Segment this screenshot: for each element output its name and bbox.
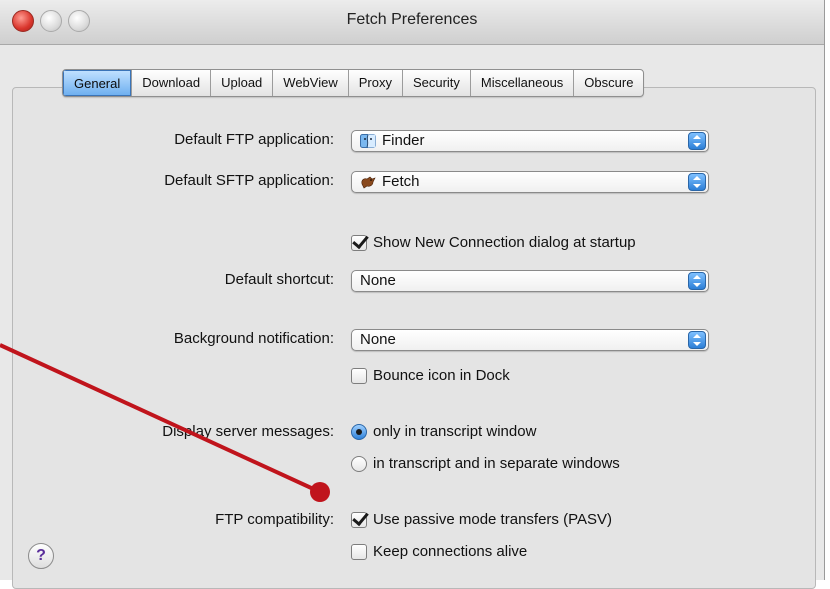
finder-icon (360, 134, 376, 148)
checkbox-unchecked-icon[interactable] (351, 543, 367, 560)
tab-miscellaneous[interactable]: Miscellaneous (469, 70, 573, 96)
preferences-window: Fetch Preferences General Download Uploa… (0, 0, 825, 589)
bounce-icon-label: Bounce icon in Dock (373, 367, 510, 384)
server-messages-option-transcript[interactable]: only in transcript window (351, 423, 536, 440)
sftp-app-value: Fetch (382, 173, 420, 190)
ftp-compatibility-label: FTP compatibility: (215, 511, 334, 528)
popup-arrows-icon (688, 173, 706, 191)
checkbox-checked-icon[interactable] (351, 511, 367, 528)
tab-webview[interactable]: WebView (272, 70, 347, 96)
default-shortcut-value: None (360, 272, 396, 289)
popup-arrows-icon (688, 272, 706, 290)
bounce-icon-checkbox[interactable]: Bounce icon in Dock (351, 367, 510, 384)
ftp-app-popup[interactable]: Finder (351, 130, 709, 152)
radio-unselected-icon[interactable] (351, 455, 367, 472)
preferences-content: General Download Upload WebView Proxy Se… (0, 45, 824, 589)
default-shortcut-popup[interactable]: None (351, 270, 709, 292)
tab-proxy[interactable]: Proxy (347, 70, 402, 96)
sftp-app-label: Default SFTP application: (164, 172, 334, 189)
tab-bar: General Download Upload WebView Proxy Se… (62, 69, 645, 97)
window-title: Fetch Preferences (346, 11, 478, 28)
server-messages-option-separate-label: in transcript and in separate windows (373, 455, 620, 472)
passive-mode-checkbox[interactable]: Use passive mode transfers (PASV) (351, 511, 612, 528)
ftp-app-value: Finder (382, 132, 425, 149)
sftp-app-popup[interactable]: Fetch (351, 171, 709, 193)
tab-download[interactable]: Download (131, 70, 210, 96)
server-messages-option-separate[interactable]: in transcript and in separate windows (351, 455, 620, 472)
help-button[interactable]: ? (28, 543, 54, 569)
title-bar[interactable]: Fetch Preferences (0, 0, 824, 45)
server-messages-option-transcript-label: only in transcript window (373, 423, 537, 440)
tab-obscure[interactable]: Obscure (573, 70, 643, 96)
radio-selected-icon[interactable] (351, 423, 367, 440)
tab-security[interactable]: Security (401, 70, 470, 96)
ftp-app-label: Default FTP application: (174, 131, 334, 148)
background-notification-value: None (360, 331, 396, 348)
passive-mode-label: Use passive mode transfers (PASV) (373, 511, 612, 528)
server-messages-label: Display server messages: (162, 423, 334, 440)
background-notification-popup[interactable]: None (351, 329, 709, 351)
checkbox-checked-icon[interactable] (351, 234, 367, 251)
keep-alive-label: Keep connections alive (373, 543, 528, 560)
show-new-connection-label: Show New Connection dialog at startup (373, 234, 636, 251)
popup-arrows-icon (688, 331, 706, 349)
default-shortcut-label: Default shortcut: (224, 271, 334, 288)
keep-alive-checkbox[interactable]: Keep connections alive (351, 543, 527, 560)
checkbox-unchecked-icon[interactable] (351, 367, 367, 384)
show-new-connection-checkbox[interactable]: Show New Connection dialog at startup (351, 234, 636, 251)
popup-arrows-icon (688, 132, 706, 150)
tab-general[interactable]: General (63, 70, 132, 96)
tab-upload[interactable]: Upload (210, 70, 272, 96)
fetch-dog-icon (360, 175, 376, 189)
background-notification-label: Background notification: (173, 330, 334, 347)
